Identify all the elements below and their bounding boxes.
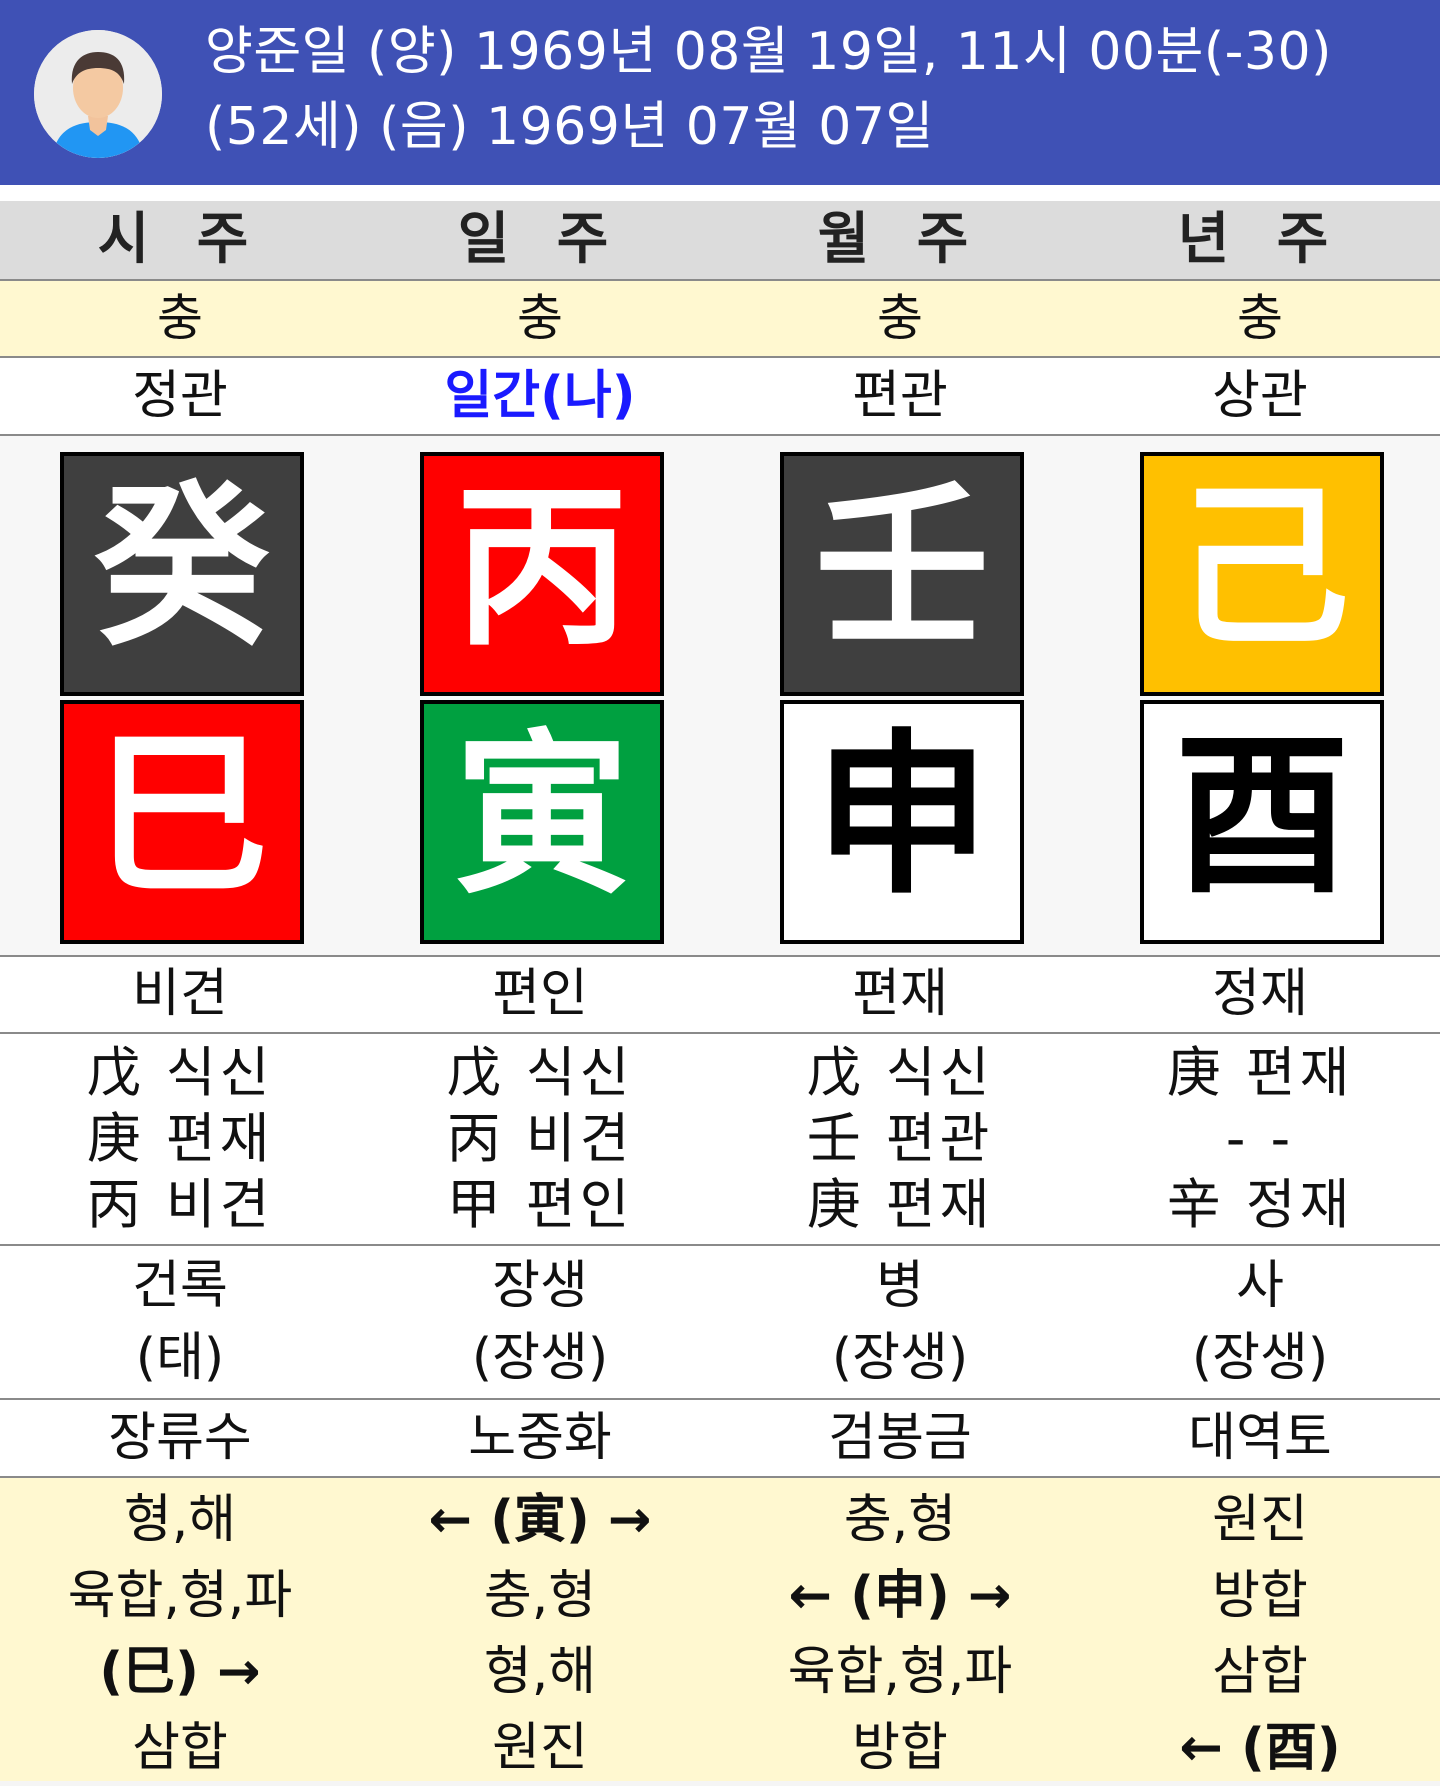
profile-line-2: (52세) (음) 1969년 07월 07일: [205, 97, 934, 157]
stem-char: 己: [1174, 466, 1350, 670]
hidden-stem: 壬 편관: [806, 1107, 994, 1170]
napeum-day: 노중화: [468, 1408, 612, 1468]
relation-item[interactable]: 육합,형,파: [0, 1558, 360, 1634]
relation-item[interactable]: 육합,형,파: [720, 1634, 1080, 1710]
relation-anchor: ← (酉): [1179, 1718, 1341, 1778]
stem-ten-god-year: 상관: [1212, 366, 1308, 426]
relation-item[interactable]: 원진: [360, 1710, 720, 1786]
relation-item[interactable]: 삼합: [0, 1710, 360, 1786]
napeum-month: 검봉금: [828, 1408, 972, 1468]
twelve-stage-alt: (장생): [1191, 1328, 1329, 1388]
stem-tile-day[interactable]: 丙: [420, 452, 664, 696]
clash-cell[interactable]: 충: [0, 281, 360, 356]
hidden-stems-year: 庚 편재 - - 辛 정재: [1080, 1034, 1440, 1244]
twelve-stage: 병: [876, 1256, 924, 1316]
stem-ten-god-hour: 정관: [132, 366, 228, 426]
hidden-stems-month: 戊 식신 壬 편관 庚 편재: [720, 1034, 1080, 1244]
branch-tile-day[interactable]: 寅: [420, 700, 664, 944]
stem-tile-month[interactable]: 壬: [780, 452, 1024, 696]
twelve-stage: 사: [1236, 1256, 1284, 1316]
branch-ten-god-row: 비견 편인 편재 정재: [0, 957, 1440, 1034]
hidden-stem: 庚 편재: [806, 1173, 994, 1236]
stem-ten-god-month: 편관: [852, 366, 948, 426]
branch-char: 申: [814, 714, 990, 918]
relation-item[interactable]: 삼합: [1080, 1634, 1440, 1710]
hidden-stem: 戊 식신: [86, 1041, 274, 1104]
hidden-stem: 辛 정재: [1166, 1173, 1354, 1236]
hidden-stems-row: 戊 식신 庚 편재 丙 비견 戊 식신 丙 비견 甲 편인 戊 식신 壬 편관 …: [0, 1034, 1440, 1246]
twelve-stage-day: 장생 (장생): [360, 1246, 720, 1398]
hidden-stems-hour: 戊 식신 庚 편재 丙 비견: [0, 1034, 360, 1244]
branch-ten-god-year: 정재: [1212, 964, 1308, 1024]
hidden-stem: 戊 식신: [806, 1041, 994, 1104]
profile-line-1: 양준일 (양) 1969년 08월 19일, 11시 00분(-30): [205, 22, 1332, 82]
relations-day: ← (寅) → 충,형 형,해 원진: [360, 1478, 720, 1781]
branch-char: 寅: [454, 714, 630, 918]
hidden-stem: 戊 식신: [446, 1041, 634, 1104]
relation-item[interactable]: 원진: [1080, 1482, 1440, 1558]
relation-item[interactable]: 형,해: [360, 1634, 720, 1710]
stem-ten-god-row: 정관 일간(나) 편관 상관: [0, 358, 1440, 436]
relation-item[interactable]: 충,형: [720, 1482, 1080, 1558]
branch-char: 酉: [1174, 714, 1350, 918]
clash-cell[interactable]: 충: [1080, 281, 1440, 356]
twelve-stage-month: 병 (장생): [720, 1246, 1080, 1398]
relation-anchor: (巳) →: [99, 1642, 261, 1702]
relations-year: 원진 방합 삼합 ← (酉): [1080, 1478, 1440, 1781]
header-gap: [0, 185, 1440, 201]
relations-hour: 형,해 육합,형,파 (巳) → 삼합: [0, 1478, 360, 1781]
branch-ten-god-month: 편재: [852, 964, 948, 1024]
twelve-stage-alt: (장생): [471, 1328, 609, 1388]
relation-item[interactable]: 형,해: [0, 1482, 360, 1558]
twelve-stage-hour: 건록 (태): [0, 1246, 360, 1398]
profile-header: 양준일 (양) 1969년 08월 19일, 11시 00분(-30) (52세…: [0, 0, 1440, 185]
hidden-stem: 甲 편인: [446, 1173, 634, 1236]
clash-cell[interactable]: 충: [720, 281, 1080, 356]
pillar-title-hour: 시 주: [97, 207, 263, 272]
avatar[interactable]: [34, 30, 162, 158]
clash-cell[interactable]: 충: [360, 281, 720, 356]
relations-row: 형,해 육합,형,파 (巳) → 삼합 ← (寅) → 충,형 형,해 원진 충…: [0, 1478, 1440, 1781]
branch-tile-month[interactable]: 申: [780, 700, 1024, 944]
twelve-stages-row: 건록 (태) 장생 (장생) 병 (장생) 사 (장생): [0, 1246, 1440, 1400]
relation-item[interactable]: 충,형: [360, 1558, 720, 1634]
twelve-stage-year: 사 (장생): [1080, 1246, 1440, 1398]
pillar-title-month: 월 주: [817, 207, 983, 272]
twelve-stage-alt: (태): [135, 1328, 225, 1388]
relation-item[interactable]: 방합: [720, 1710, 1080, 1786]
stem-ten-god-day: 일간(나): [444, 366, 636, 426]
branch-ten-god-day: 편인: [492, 964, 588, 1024]
person-icon: [34, 30, 162, 158]
relation-anchor: ← (申) →: [788, 1566, 1012, 1626]
branch-char: 巳: [94, 714, 270, 918]
twelve-stage: 장생: [492, 1256, 588, 1316]
twelve-stage: 건록: [132, 1256, 228, 1316]
relation-item[interactable]: 방합: [1080, 1558, 1440, 1634]
branch-tile-year[interactable]: 酉: [1140, 700, 1384, 944]
pillar-title-row: 시 주 일 주 월 주 년 주: [0, 201, 1440, 281]
pillar-tiles: 癸 丙 壬 己 巳 寅 申 酉: [0, 436, 1440, 957]
hidden-stem: 丙 비견: [86, 1173, 274, 1236]
branch-ten-god-hour: 비견: [132, 964, 228, 1024]
hidden-stem: 丙 비견: [446, 1107, 634, 1170]
hidden-stems-day: 戊 식신 丙 비견 甲 편인: [360, 1034, 720, 1244]
napeum-hour: 장류수: [108, 1408, 252, 1468]
hidden-stem: 庚 편재: [86, 1107, 274, 1170]
stem-tile-hour[interactable]: 癸: [60, 452, 304, 696]
hidden-stem: - -: [1225, 1107, 1295, 1170]
stem-tile-year[interactable]: 己: [1140, 452, 1384, 696]
stem-char: 癸: [94, 466, 270, 670]
branch-tile-hour[interactable]: 巳: [60, 700, 304, 944]
clash-row: 충 충 충 충: [0, 281, 1440, 358]
pillar-title-year: 년 주: [1177, 207, 1343, 272]
napeum-year: 대역토: [1188, 1408, 1332, 1468]
napeum-row: 장류수 노중화 검봉금 대역토: [0, 1400, 1440, 1478]
relation-anchor: ← (寅) →: [428, 1490, 652, 1550]
relations-month: 충,형 ← (申) → 육합,형,파 방합: [720, 1478, 1080, 1781]
pillar-title-day: 일 주: [457, 207, 623, 272]
stem-char: 壬: [814, 466, 990, 670]
stem-char: 丙: [454, 466, 630, 670]
hidden-stem: 庚 편재: [1166, 1041, 1354, 1104]
twelve-stage-alt: (장생): [831, 1328, 969, 1388]
